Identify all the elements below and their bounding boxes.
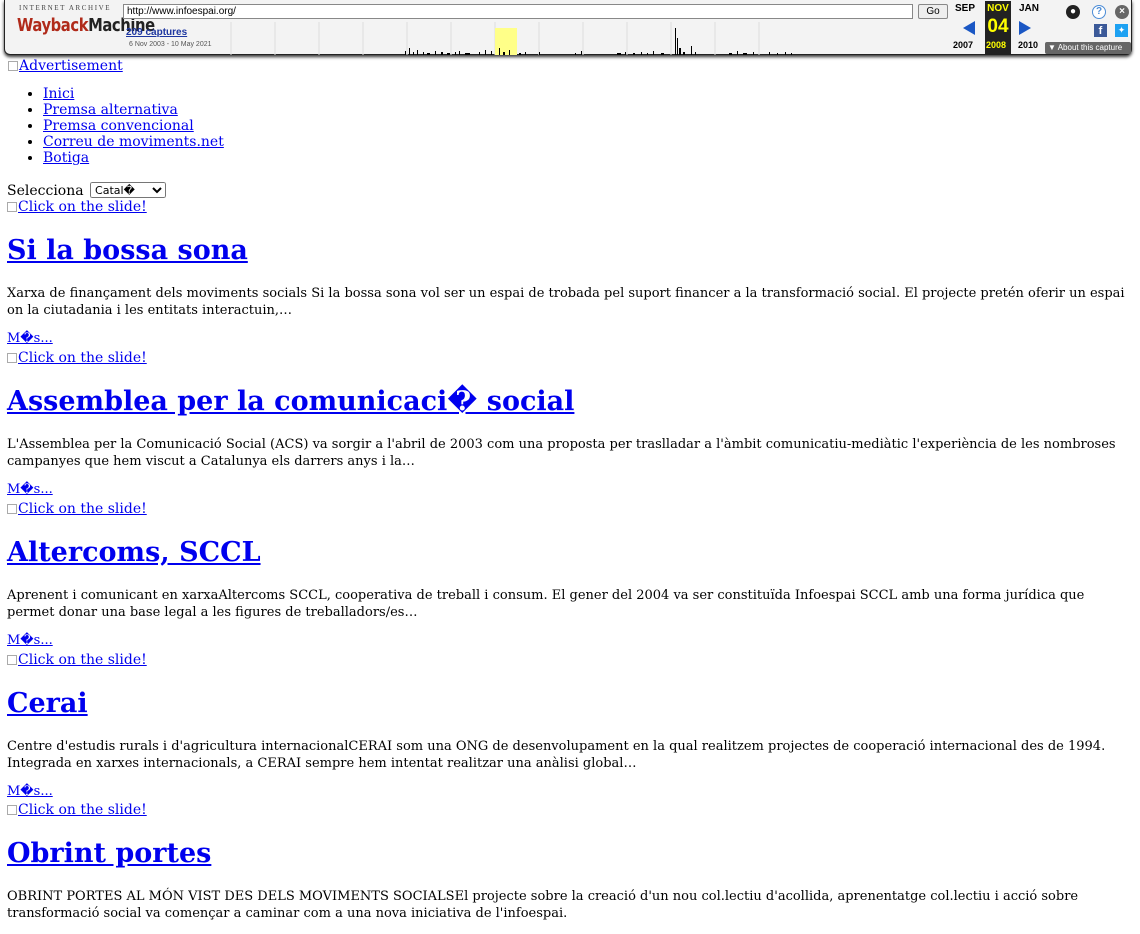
about-capture-button[interactable]: ▼ About this capture bbox=[1045, 42, 1131, 54]
article-title-link[interactable]: Assemblea per la comunicaci� social bbox=[7, 386, 574, 417]
article-title: Obrint portes bbox=[7, 838, 1135, 870]
twitter-share-icon[interactable]: ✦ bbox=[1115, 24, 1128, 37]
more-link[interactable]: M�s... bbox=[7, 633, 1135, 649]
article-title: Si la bossa sona bbox=[7, 235, 1135, 267]
article-title-link[interactable]: Altercoms, SCCL bbox=[7, 537, 261, 568]
nav-link-premsa-alternativa[interactable]: Premsa alternativa bbox=[43, 102, 178, 118]
article-title-link[interactable]: Si la bossa sona bbox=[7, 235, 248, 266]
main-nav: Inici Premsa alternativa Premsa convenci… bbox=[23, 86, 224, 166]
article-title-link[interactable]: Obrint portes bbox=[7, 838, 211, 869]
more-link[interactable]: M�s... bbox=[7, 482, 1135, 498]
nav-link-premsa-convencional[interactable]: Premsa convencional bbox=[43, 118, 194, 134]
broken-image-icon bbox=[8, 61, 18, 71]
slide-link-text: Click on the slide! bbox=[18, 350, 147, 366]
nav-item-inici: Inici bbox=[43, 86, 224, 102]
nav-link-botiga[interactable]: Botiga bbox=[43, 150, 89, 166]
article: Click on the slide! Si la bossa sona Xar… bbox=[7, 199, 1135, 347]
broken-image-icon bbox=[7, 504, 17, 514]
nav-item-premsa-convencional: Premsa convencional bbox=[43, 118, 224, 134]
close-icon[interactable]: × bbox=[1115, 5, 1129, 19]
nav-link-correu[interactable]: Correu de moviments.net bbox=[43, 134, 224, 150]
article-title-link[interactable]: Cerai bbox=[7, 688, 88, 719]
article: Click on the slide! Cerai Centre d'estud… bbox=[7, 652, 1135, 800]
language-label: Selecciona bbox=[7, 183, 84, 199]
more-link[interactable]: M�s... bbox=[7, 784, 1135, 800]
slide-link[interactable]: Click on the slide! bbox=[7, 350, 1135, 366]
nav-item-correu: Correu de moviments.net bbox=[43, 134, 224, 150]
slide-link[interactable]: Click on the slide! bbox=[7, 802, 1135, 818]
capture-sparkline[interactable] bbox=[229, 22, 803, 55]
article-title: Altercoms, SCCL bbox=[7, 537, 1135, 569]
capture-date-range: 6 Nov 2003 - 10 May 2021 bbox=[129, 41, 212, 48]
article-body: Xarxa de finançament dels moviments soci… bbox=[7, 286, 1125, 318]
language-selector-row: Selecciona Catal� bbox=[7, 182, 167, 199]
nav-item-premsa-alternativa: Premsa alternativa bbox=[43, 102, 224, 118]
about-capture-label: About this capture bbox=[1057, 43, 1123, 52]
year-next-link[interactable]: 2010 bbox=[1018, 40, 1038, 50]
day-current: 04 bbox=[985, 16, 1011, 38]
wayback-toolbar: INTERNET ARCHIVE WaybackMachine http://w… bbox=[4, 0, 1132, 55]
broken-image-icon bbox=[7, 805, 17, 815]
slide-link[interactable]: Click on the slide! bbox=[7, 652, 1135, 668]
month-prev-link[interactable]: SEP bbox=[955, 3, 975, 14]
go-button[interactable]: Go bbox=[918, 4, 948, 19]
advertisement-alt-text: Advertisement bbox=[19, 58, 123, 74]
caret-down-icon: ▼ bbox=[1048, 43, 1056, 52]
slide-link-text: Click on the slide! bbox=[18, 802, 147, 818]
article: Click on the slide! Altercoms, SCCL Apre… bbox=[7, 501, 1135, 649]
internet-archive-label: INTERNET ARCHIVE bbox=[19, 4, 112, 12]
user-account-icon[interactable]: ● bbox=[1066, 5, 1080, 19]
article-body: Aprenent i comunicant en xarxaAltercoms … bbox=[7, 588, 1085, 620]
previous-capture-arrow-icon[interactable] bbox=[963, 21, 975, 35]
year-prev-link[interactable]: 2007 bbox=[953, 40, 973, 50]
article-body: L'Assemblea per la Comunicació Social (A… bbox=[7, 437, 1116, 469]
article: Click on the slide! Assemblea per la com… bbox=[7, 350, 1135, 498]
language-select[interactable]: Catal� bbox=[90, 182, 167, 198]
article-body: Centre d'estudis rurals i d'agricultura … bbox=[7, 739, 1106, 771]
slide-link-text: Click on the slide! bbox=[18, 501, 147, 517]
next-capture-arrow-icon[interactable] bbox=[1019, 21, 1031, 35]
slide-link-text: Click on the slide! bbox=[18, 199, 147, 215]
year-current: 2008 bbox=[986, 40, 1007, 50]
slide-link[interactable]: Click on the slide! bbox=[7, 501, 1135, 517]
help-icon[interactable]: ? bbox=[1092, 5, 1106, 19]
slide-link-text: Click on the slide! bbox=[18, 652, 147, 668]
broken-image-icon bbox=[7, 353, 17, 363]
slide-link[interactable]: Click on the slide! bbox=[7, 199, 1135, 215]
article: Click on the slide! Obrint portes OBRINT… bbox=[7, 802, 1135, 934]
capture-bars bbox=[405, 28, 792, 55]
nav-item-botiga: Botiga bbox=[43, 150, 224, 166]
logo-wayback-text: Wayback bbox=[17, 15, 89, 36]
advertisement-link[interactable]: Advertisement bbox=[8, 58, 123, 74]
broken-image-icon bbox=[7, 202, 17, 212]
month-next-link[interactable]: JAN bbox=[1019, 3, 1039, 14]
url-input[interactable]: http://www.infoespai.org/ bbox=[123, 4, 913, 19]
captures-link[interactable]: 209 captures bbox=[126, 27, 187, 38]
broken-image-icon bbox=[7, 655, 17, 665]
nav-link-inici[interactable]: Inici bbox=[43, 86, 74, 102]
article-body: OBRINT PORTES AL MÓN VIST DES DELS MOVIM… bbox=[7, 889, 1079, 921]
article-title: Cerai bbox=[7, 688, 1135, 720]
facebook-share-icon[interactable]: f bbox=[1094, 24, 1107, 37]
article-title: Assemblea per la comunicaci� social bbox=[7, 386, 1135, 418]
more-link[interactable]: M�s... bbox=[7, 331, 1135, 347]
current-year-highlight bbox=[495, 28, 517, 55]
